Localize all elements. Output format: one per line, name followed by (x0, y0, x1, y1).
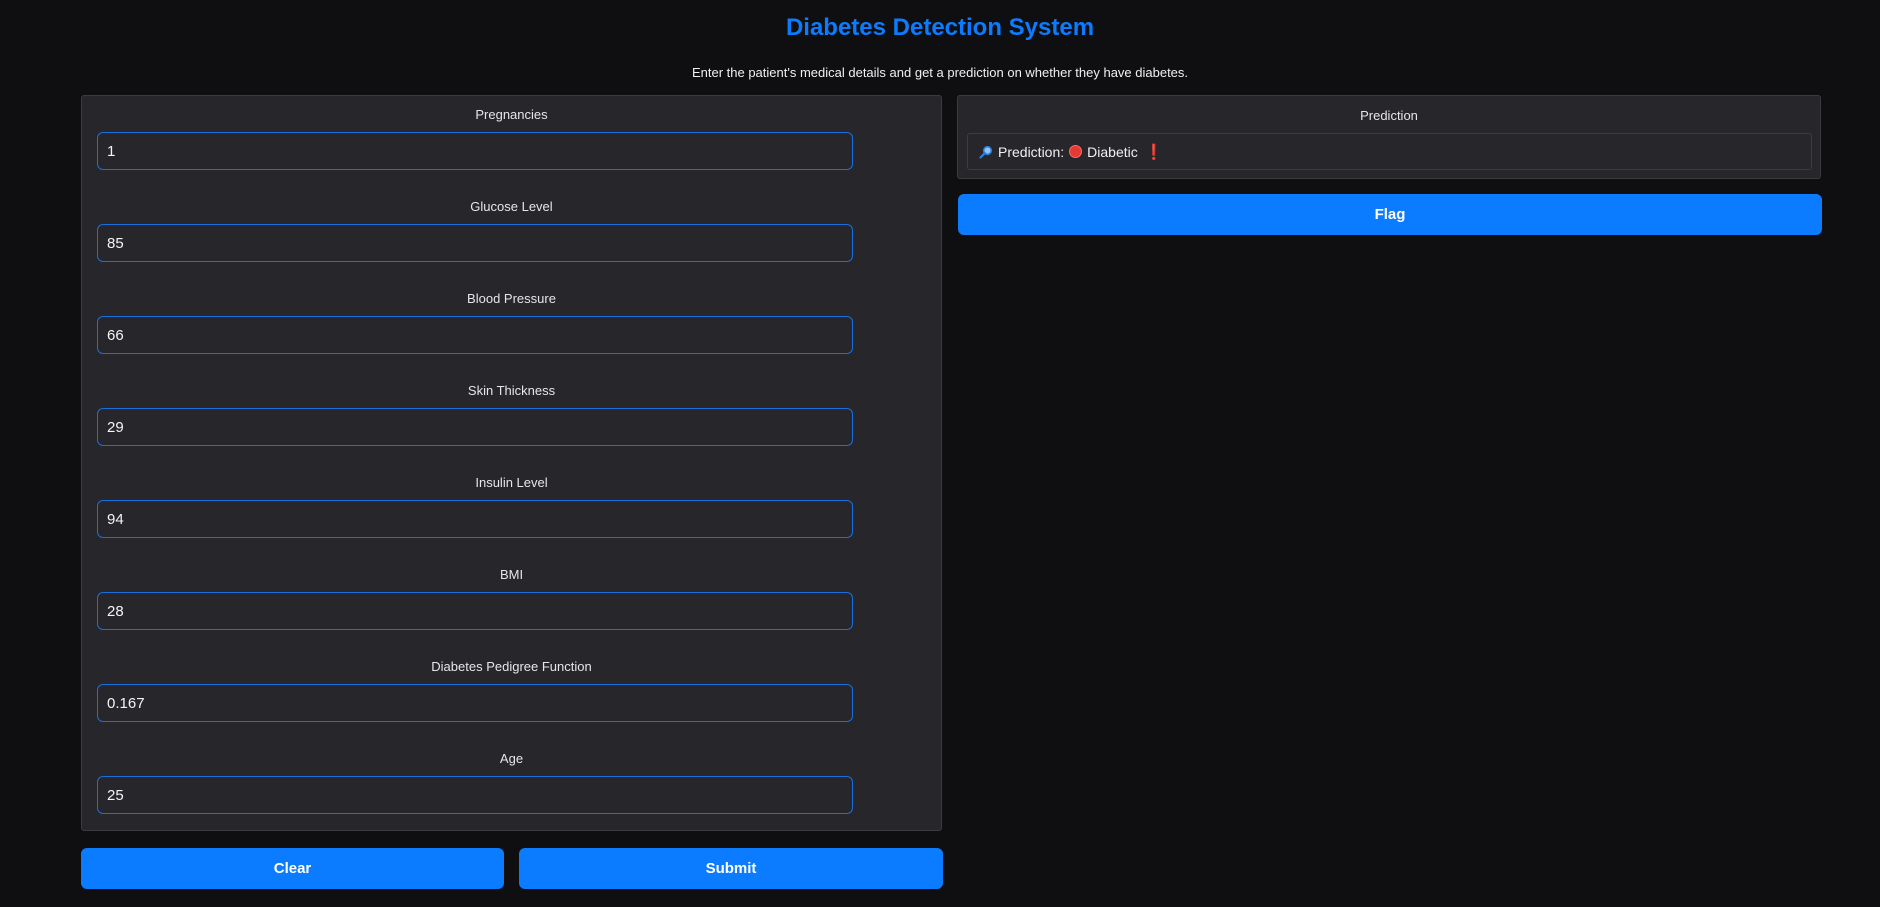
field-label: Skin Thickness (467, 383, 556, 398)
magnifier-icon (979, 145, 993, 159)
red-circle-icon (1069, 145, 1083, 158)
age-input[interactable] (97, 776, 853, 814)
field-label: Blood Pressure (467, 291, 556, 306)
page-title: Diabetes Detection System (785, 14, 1095, 41)
prediction-result: Diabetic (1087, 143, 1138, 160)
field-label: Age (499, 751, 524, 766)
field-label: Glucose Level (470, 199, 553, 214)
pregnancies-input[interactable] (97, 132, 853, 170)
field-label: Pregnancies (475, 107, 548, 122)
input-form-panel: Pregnancies Glucose Level Blood Pressure… (81, 95, 942, 831)
prediction-prefix: Prediction: (998, 143, 1065, 160)
skin-thickness-input[interactable] (97, 408, 853, 446)
prediction-output-panel: Prediction Prediction: Diabetic ❗ (957, 95, 1821, 179)
app-header: Diabetes Detection System Enter the pati… (0, 0, 1880, 81)
prediction-label: Prediction (1360, 108, 1418, 123)
field-label: Insulin Level (475, 475, 548, 490)
diabetes-pedigree-function-input[interactable] (97, 684, 853, 722)
bmi-input[interactable] (97, 592, 853, 630)
submit-button[interactable]: Submit (519, 848, 943, 889)
page-description: Enter the patient's medical details and … (691, 65, 1189, 80)
glucose-level-input[interactable] (97, 224, 853, 262)
exclamation-icon: ❗ (1144, 143, 1164, 161)
blood-pressure-input[interactable] (97, 316, 853, 354)
flag-button[interactable]: Flag (958, 194, 1822, 235)
insulin-level-input[interactable] (97, 500, 853, 538)
prediction-textbox[interactable]: Prediction: Diabetic ❗ (967, 133, 1812, 170)
field-label: Diabetes Pedigree Function (431, 659, 592, 674)
field-label: BMI (499, 567, 524, 582)
clear-button[interactable]: Clear (81, 848, 504, 889)
